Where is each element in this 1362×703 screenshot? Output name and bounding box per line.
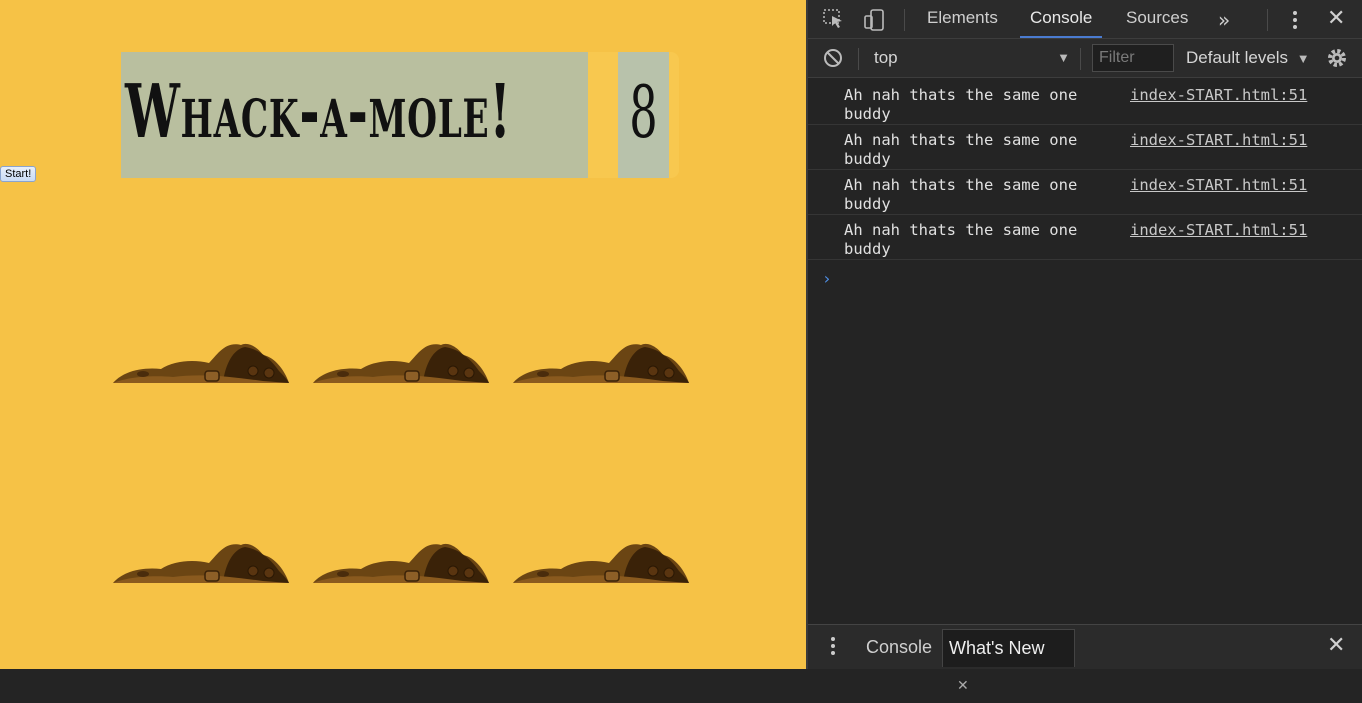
log-source-link[interactable]: index-START.html:51 <box>1130 221 1307 240</box>
toolbar-divider <box>1267 9 1268 31</box>
chevron-double-right-icon[interactable]: » <box>1218 8 1240 32</box>
console-log-area: Ah nah thats the same one buddy index-ST… <box>808 80 1362 288</box>
close-tab-icon[interactable]: ✕ <box>957 677 969 693</box>
log-source-link[interactable]: index-START.html:51 <box>1130 86 1307 105</box>
console-log-row: Ah nah thats the same one buddy index-ST… <box>808 215 1362 260</box>
mole-hole[interactable] <box>313 341 489 383</box>
log-message: Ah nah thats the same one buddy <box>844 176 1087 213</box>
game-page: Whack-a-mole! 8 Start! <box>0 0 806 669</box>
context-value: top <box>874 48 898 67</box>
kebab-menu-icon[interactable] <box>828 635 850 655</box>
console-log-row: Ah nah thats the same one buddy index-ST… <box>808 170 1362 215</box>
toolbar-divider <box>904 9 905 31</box>
mole-hole[interactable] <box>513 541 689 583</box>
mole-hole[interactable] <box>113 541 289 583</box>
dirt-mound-icon <box>113 343 289 383</box>
close-devtools-icon[interactable]: ✕ <box>1327 6 1345 31</box>
inspect-element-icon[interactable] <box>823 9 845 29</box>
mole-hole[interactable] <box>513 341 689 383</box>
gear-icon[interactable] <box>1326 47 1348 67</box>
tab-console[interactable]: Console <box>1020 0 1103 38</box>
mole-hole[interactable] <box>113 341 289 383</box>
dirt-mound-icon <box>113 543 289 583</box>
game-title: Whack-a-mole! <box>125 69 512 155</box>
tab-elements[interactable]: Elements <box>917 0 1008 38</box>
title-banner: Whack-a-mole! 8 <box>121 52 679 178</box>
devtools-tab-bar: Elements Console Sources » ✕ <box>808 0 1362 39</box>
console-prompt[interactable]: › <box>822 269 832 288</box>
log-source-link[interactable]: index-START.html:51 <box>1130 131 1307 150</box>
dropdown-arrow-icon: ▼ <box>1296 51 1310 66</box>
dirt-mound-icon <box>313 343 489 383</box>
toolbar-divider <box>858 48 859 70</box>
log-levels-label: Default levels <box>1186 48 1289 67</box>
dirt-mound-icon <box>313 543 489 583</box>
clear-console-icon[interactable] <box>823 48 845 68</box>
console-log-row: Ah nah thats the same one buddy index-ST… <box>808 80 1362 125</box>
dirt-mound-icon <box>513 343 689 383</box>
console-toolbar: top ▼ Default levels ▼ <box>808 39 1362 78</box>
console-log-row: Ah nah thats the same one buddy index-ST… <box>808 125 1362 170</box>
close-drawer-icon[interactable]: ✕ <box>1327 633 1345 658</box>
score-value: 8 <box>629 70 658 154</box>
log-source-link[interactable]: index-START.html:51 <box>1130 176 1307 195</box>
start-button[interactable]: Start! <box>0 166 37 182</box>
drawer-tab-whats-new[interactable]: What's New ✕ <box>942 629 1075 693</box>
filter-input[interactable] <box>1092 44 1174 72</box>
log-levels-dropdown[interactable]: Default levels ▼ <box>1186 45 1310 71</box>
devtools-panel: Elements Console Sources » ✕ top ▼ Defau… <box>806 0 1362 693</box>
context-select[interactable]: top ▼ <box>862 45 1072 71</box>
log-message: Ah nah thats the same one buddy <box>844 221 1087 258</box>
log-message: Ah nah thats the same one buddy <box>844 86 1087 123</box>
drawer-tab-label: What's New <box>949 638 1045 658</box>
drawer-tab-console[interactable]: Console <box>860 629 938 667</box>
dropdown-arrow-icon: ▼ <box>1057 50 1070 65</box>
log-message: Ah nah thats the same one buddy <box>844 131 1087 168</box>
drawer-tab-bar: Console What's New ✕ ✕ <box>808 624 1362 693</box>
device-toolbar-icon[interactable] <box>863 9 885 31</box>
tab-sources[interactable]: Sources <box>1116 0 1198 38</box>
kebab-menu-icon[interactable] <box>1290 9 1312 29</box>
dirt-mound-icon <box>513 543 689 583</box>
mole-hole[interactable] <box>313 541 489 583</box>
toolbar-divider <box>1080 48 1081 70</box>
